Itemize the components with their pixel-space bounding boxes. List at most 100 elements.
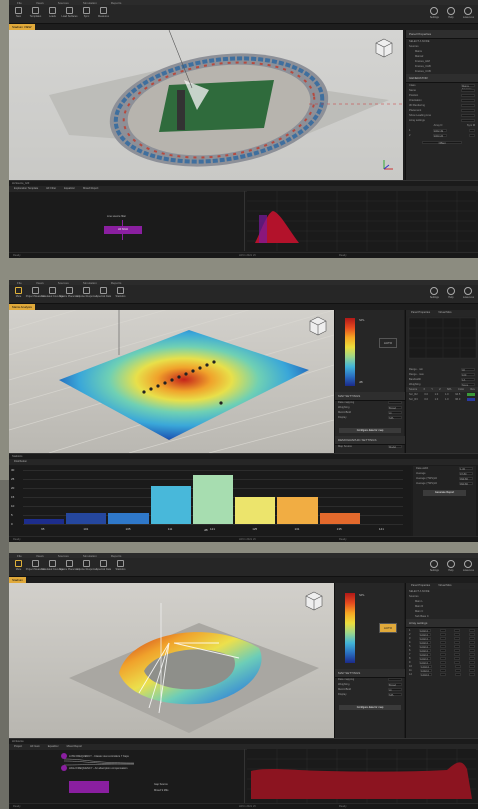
range-value[interactable]: 100: [461, 373, 475, 377]
array-toggle[interactable]: [468, 664, 475, 668]
ribbon-project-measures-button[interactable]: Project Measures: [26, 287, 45, 301]
property-value[interactable]: [461, 94, 475, 97]
color-swatch[interactable]: [466, 398, 475, 401]
offset-button[interactable]: Offset: [422, 141, 462, 145]
menu-file[interactable]: File: [17, 281, 22, 285]
array-value[interactable]: 1002.0: [419, 660, 432, 665]
array-toggle[interactable]: [468, 632, 475, 636]
ribbon-load-surfaces-button[interactable]: Load Surfaces: [61, 7, 78, 21]
source-row[interactable]: Src_R3 0.0 1.0 1.0 96.0: [406, 397, 478, 402]
array-toggle[interactable]: [439, 656, 446, 660]
array-value[interactable]: 1002.0: [419, 632, 432, 637]
ribbon-mute-button[interactable]: Mute: [13, 560, 24, 574]
array-toggle[interactable]: [454, 640, 461, 644]
array-toggle[interactable]: [454, 656, 461, 660]
setting-value[interactable]: SPL: [388, 416, 402, 420]
menu-simulation[interactable]: Simulation: [83, 1, 97, 5]
setting-value[interactable]: [388, 401, 402, 404]
tab-virtual-mics[interactable]: Virtual Mics: [435, 584, 454, 588]
array-toggle[interactable]: [439, 640, 446, 644]
ribbon-sync-button[interactable]: Sync: [81, 7, 92, 21]
menu-sources[interactable]: Sources: [58, 1, 69, 5]
array-toggle[interactable]: [439, 636, 446, 640]
array-cell[interactable]: [468, 129, 475, 132]
array-toggle[interactable]: [440, 664, 447, 668]
property-value[interactable]: [461, 119, 475, 122]
array-toggle[interactable]: [439, 648, 446, 652]
map-setting-row[interactable]: Display SPL: [335, 415, 405, 420]
menu-simulation[interactable]: Simulation: [83, 281, 97, 285]
ribbon-project-measures-button[interactable]: Project Measures: [26, 560, 45, 574]
settings-button[interactable]: Settings: [430, 7, 439, 19]
array-toggle[interactable]: [468, 636, 475, 640]
menu-file[interactable]: File: [17, 1, 22, 5]
array-toggle[interactable]: [454, 648, 461, 652]
property-value[interactable]: Mains Sources: [461, 84, 475, 91]
3d-viewport[interactable]: [9, 583, 334, 738]
tab-distribution[interactable]: Distribution: [11, 460, 30, 464]
eq-node[interactable]: [61, 753, 67, 759]
ribbon-templates-button[interactable]: Templates: [30, 7, 41, 21]
menu-reports[interactable]: Reports: [111, 281, 122, 285]
array-value[interactable]: 1002.0: [420, 672, 433, 677]
menu-simulation[interactable]: Simulation: [83, 554, 97, 558]
setting-value[interactable]: SPL: [388, 693, 402, 697]
array-toggle[interactable]: [468, 668, 475, 672]
setting-value[interactable]: Broad: [388, 406, 402, 410]
ribbon-simulated-coverage-button[interactable]: Simulated Coverage: [41, 560, 64, 574]
tab-panel-properties[interactable]: Panel Properties: [408, 311, 433, 315]
ribbon-impulse-response-button[interactable]: Impulse Response: [76, 560, 97, 574]
property-value[interactable]: [461, 99, 475, 102]
array-toggle[interactable]: [439, 632, 446, 636]
array-value[interactable]: 1002.0: [420, 668, 433, 673]
ribbon-new-button[interactable]: New: [13, 7, 24, 21]
property-value[interactable]: [461, 104, 475, 107]
array-toggle[interactable]: [454, 632, 461, 636]
array-value[interactable]: 1002.0: [419, 644, 432, 649]
view-cube[interactable]: [309, 316, 327, 336]
range-value[interactable]: 40: [461, 368, 475, 372]
menu-sources[interactable]: Sources: [58, 554, 69, 558]
array-value[interactable]: 1002.0: [419, 640, 432, 645]
help-button[interactable]: Help: [446, 560, 455, 572]
menu-reports[interactable]: Reports: [111, 1, 122, 5]
range-value[interactable]: None: [461, 383, 475, 387]
value[interactable]: Model: [388, 445, 402, 449]
array-value[interactable]: 1002.0: [419, 628, 432, 633]
menu-reports[interactable]: Reports: [111, 554, 122, 558]
hf-filter-button[interactable]: HF 60Hz: [104, 226, 142, 234]
array-toggle[interactable]: [468, 644, 475, 648]
measure-point[interactable]: [219, 401, 223, 405]
menu-file[interactable]: File: [17, 554, 22, 558]
array-toggle[interactable]: [439, 628, 446, 632]
ribbon-spectral-data-button[interactable]: Spectral Data: [96, 560, 111, 574]
ribbon-source-placement-button[interactable]: Source Placement: [59, 287, 80, 301]
array-value[interactable]: 1002.0: [419, 656, 432, 661]
menu-views[interactable]: Views: [36, 554, 44, 558]
auto-button[interactable]: AUTO: [379, 623, 397, 633]
help-button[interactable]: Help: [446, 7, 455, 19]
array-toggle[interactable]: [454, 660, 461, 664]
array-toggle[interactable]: [454, 672, 461, 676]
array-value[interactable]: 1002.0: [419, 636, 432, 641]
array-toggle[interactable]: [454, 644, 461, 648]
ribbon-statistics-button[interactable]: Statistics: [115, 287, 126, 301]
ribbon-source-placement-button[interactable]: Source Placement: [59, 560, 80, 574]
array-toggle[interactable]: [454, 668, 461, 672]
property-value[interactable]: [461, 109, 475, 112]
array-cell[interactable]: 1002.49: [432, 129, 447, 133]
property-value[interactable]: [461, 114, 475, 117]
3d-viewport[interactable]: [9, 280, 335, 454]
view-cube[interactable]: [305, 591, 323, 611]
array-toggle[interactable]: [468, 640, 475, 644]
array-value[interactable]: 1002.0: [419, 648, 432, 653]
eq-node[interactable]: [61, 765, 67, 771]
color-swatch[interactable]: [466, 393, 475, 396]
array-toggle[interactable]: [468, 672, 475, 676]
ribbon-spectral-data-button[interactable]: Spectral Data: [96, 287, 111, 301]
array-cell[interactable]: [468, 134, 475, 137]
ribbon-measures-button[interactable]: Measures: [98, 7, 109, 21]
array-toggle[interactable]: [439, 652, 446, 656]
array-toggle[interactable]: [454, 636, 461, 640]
range-value[interactable]: 1/1: [461, 378, 475, 382]
